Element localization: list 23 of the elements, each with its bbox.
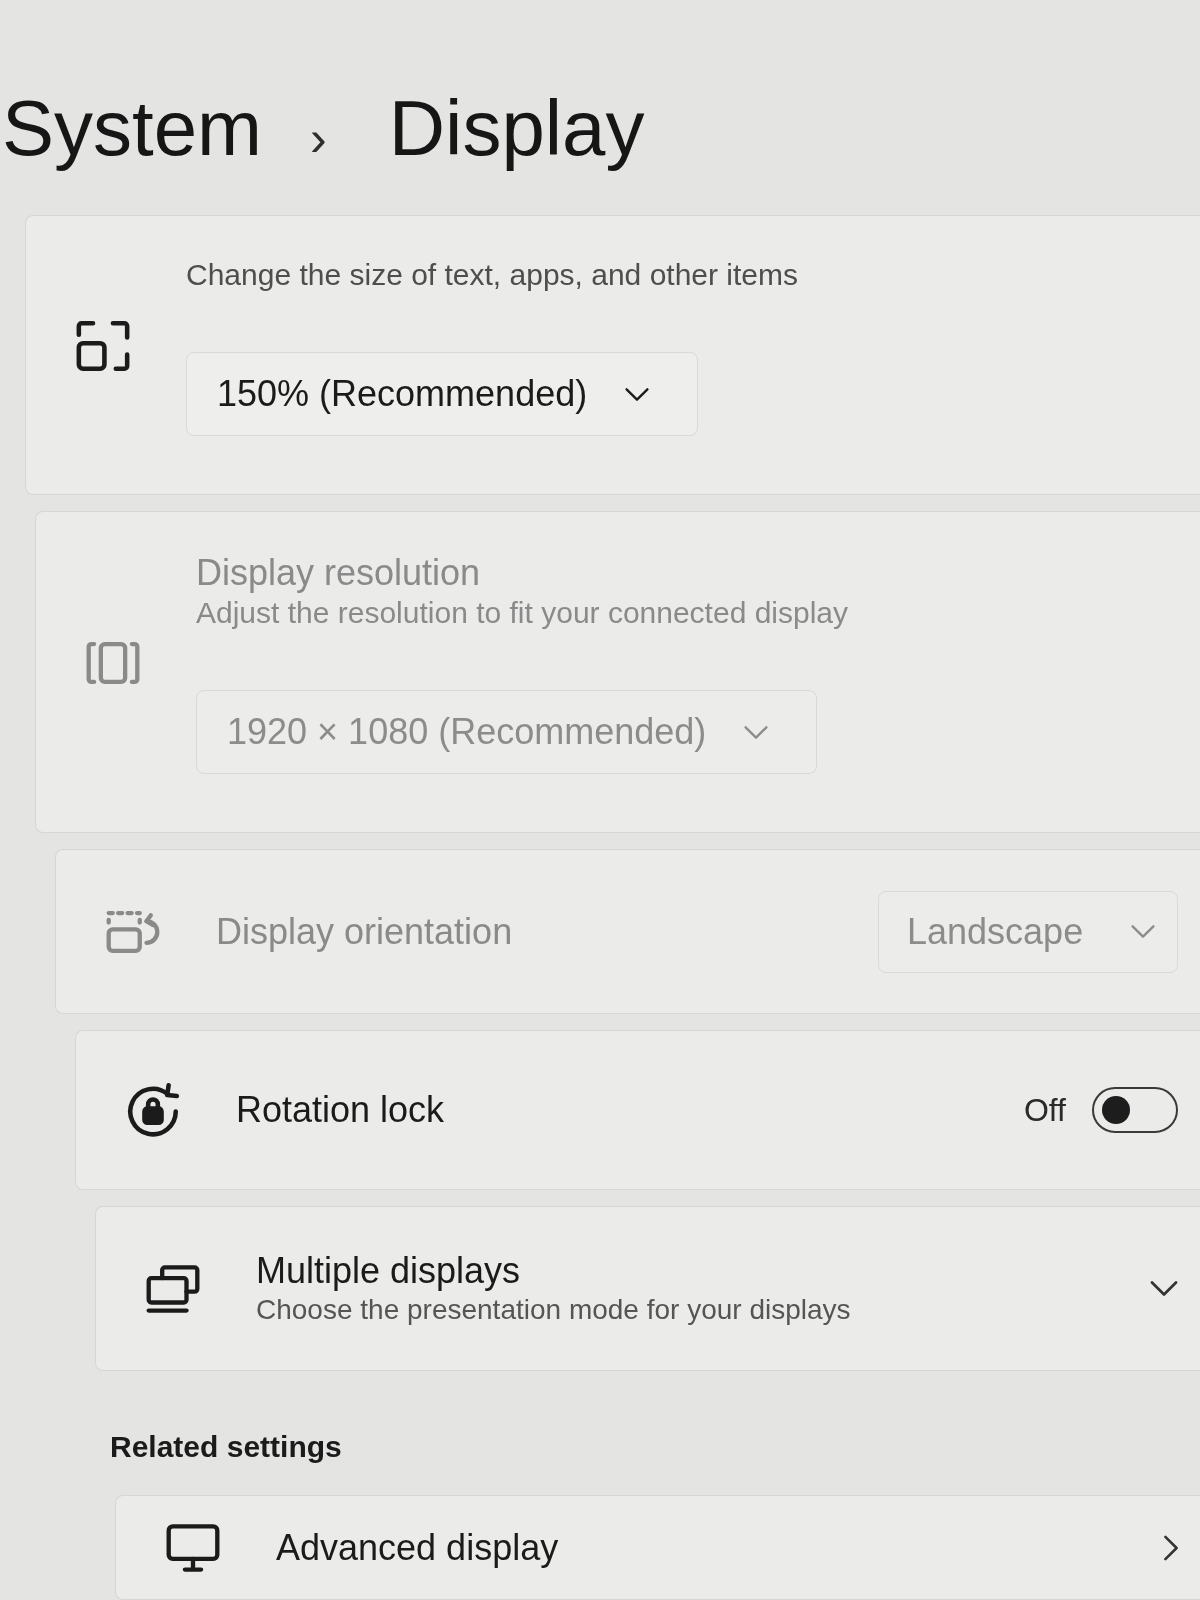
dropdown[interactable]: 150% (Recommended) xyxy=(186,352,699,436)
page-title: Display xyxy=(388,86,645,172)
setting-description: Adjust the resolution to fit your connected display xyxy=(196,595,849,631)
setting-title: Display resolution xyxy=(196,552,481,594)
breadcrumb-separator: › xyxy=(310,111,327,166)
breadcrumb-link[interactable]: System xyxy=(2,86,263,172)
setting-title: Display orientation xyxy=(216,910,513,953)
chevron-down-icon xyxy=(625,387,650,401)
scale-icon xyxy=(76,319,130,373)
setting-title: Rotation lock xyxy=(236,1089,445,1131)
setting-description: Change the size of text, apps, and other items xyxy=(186,257,799,293)
section-heading: Related settings xyxy=(110,1429,342,1465)
rotation-lock-icon xyxy=(126,1083,180,1137)
toggle-switch[interactable] xyxy=(1092,1087,1178,1133)
settings-card[interactable]: Advanced display xyxy=(115,1495,1200,1600)
chevron-down-icon xyxy=(1131,925,1155,938)
setting-description: Choose the presentation mode for your displays xyxy=(256,1292,851,1327)
setting-title: Advanced display xyxy=(276,1526,559,1569)
setting-title: Multiple displays xyxy=(256,1249,521,1292)
settings-card[interactable]: Multiple displays Choose the presentation mode for your displays xyxy=(95,1206,1200,1371)
chevron-down-icon xyxy=(744,725,769,739)
chevron-right-icon xyxy=(1164,1534,1178,1561)
toggle-state-label: Off xyxy=(1023,1091,1066,1130)
